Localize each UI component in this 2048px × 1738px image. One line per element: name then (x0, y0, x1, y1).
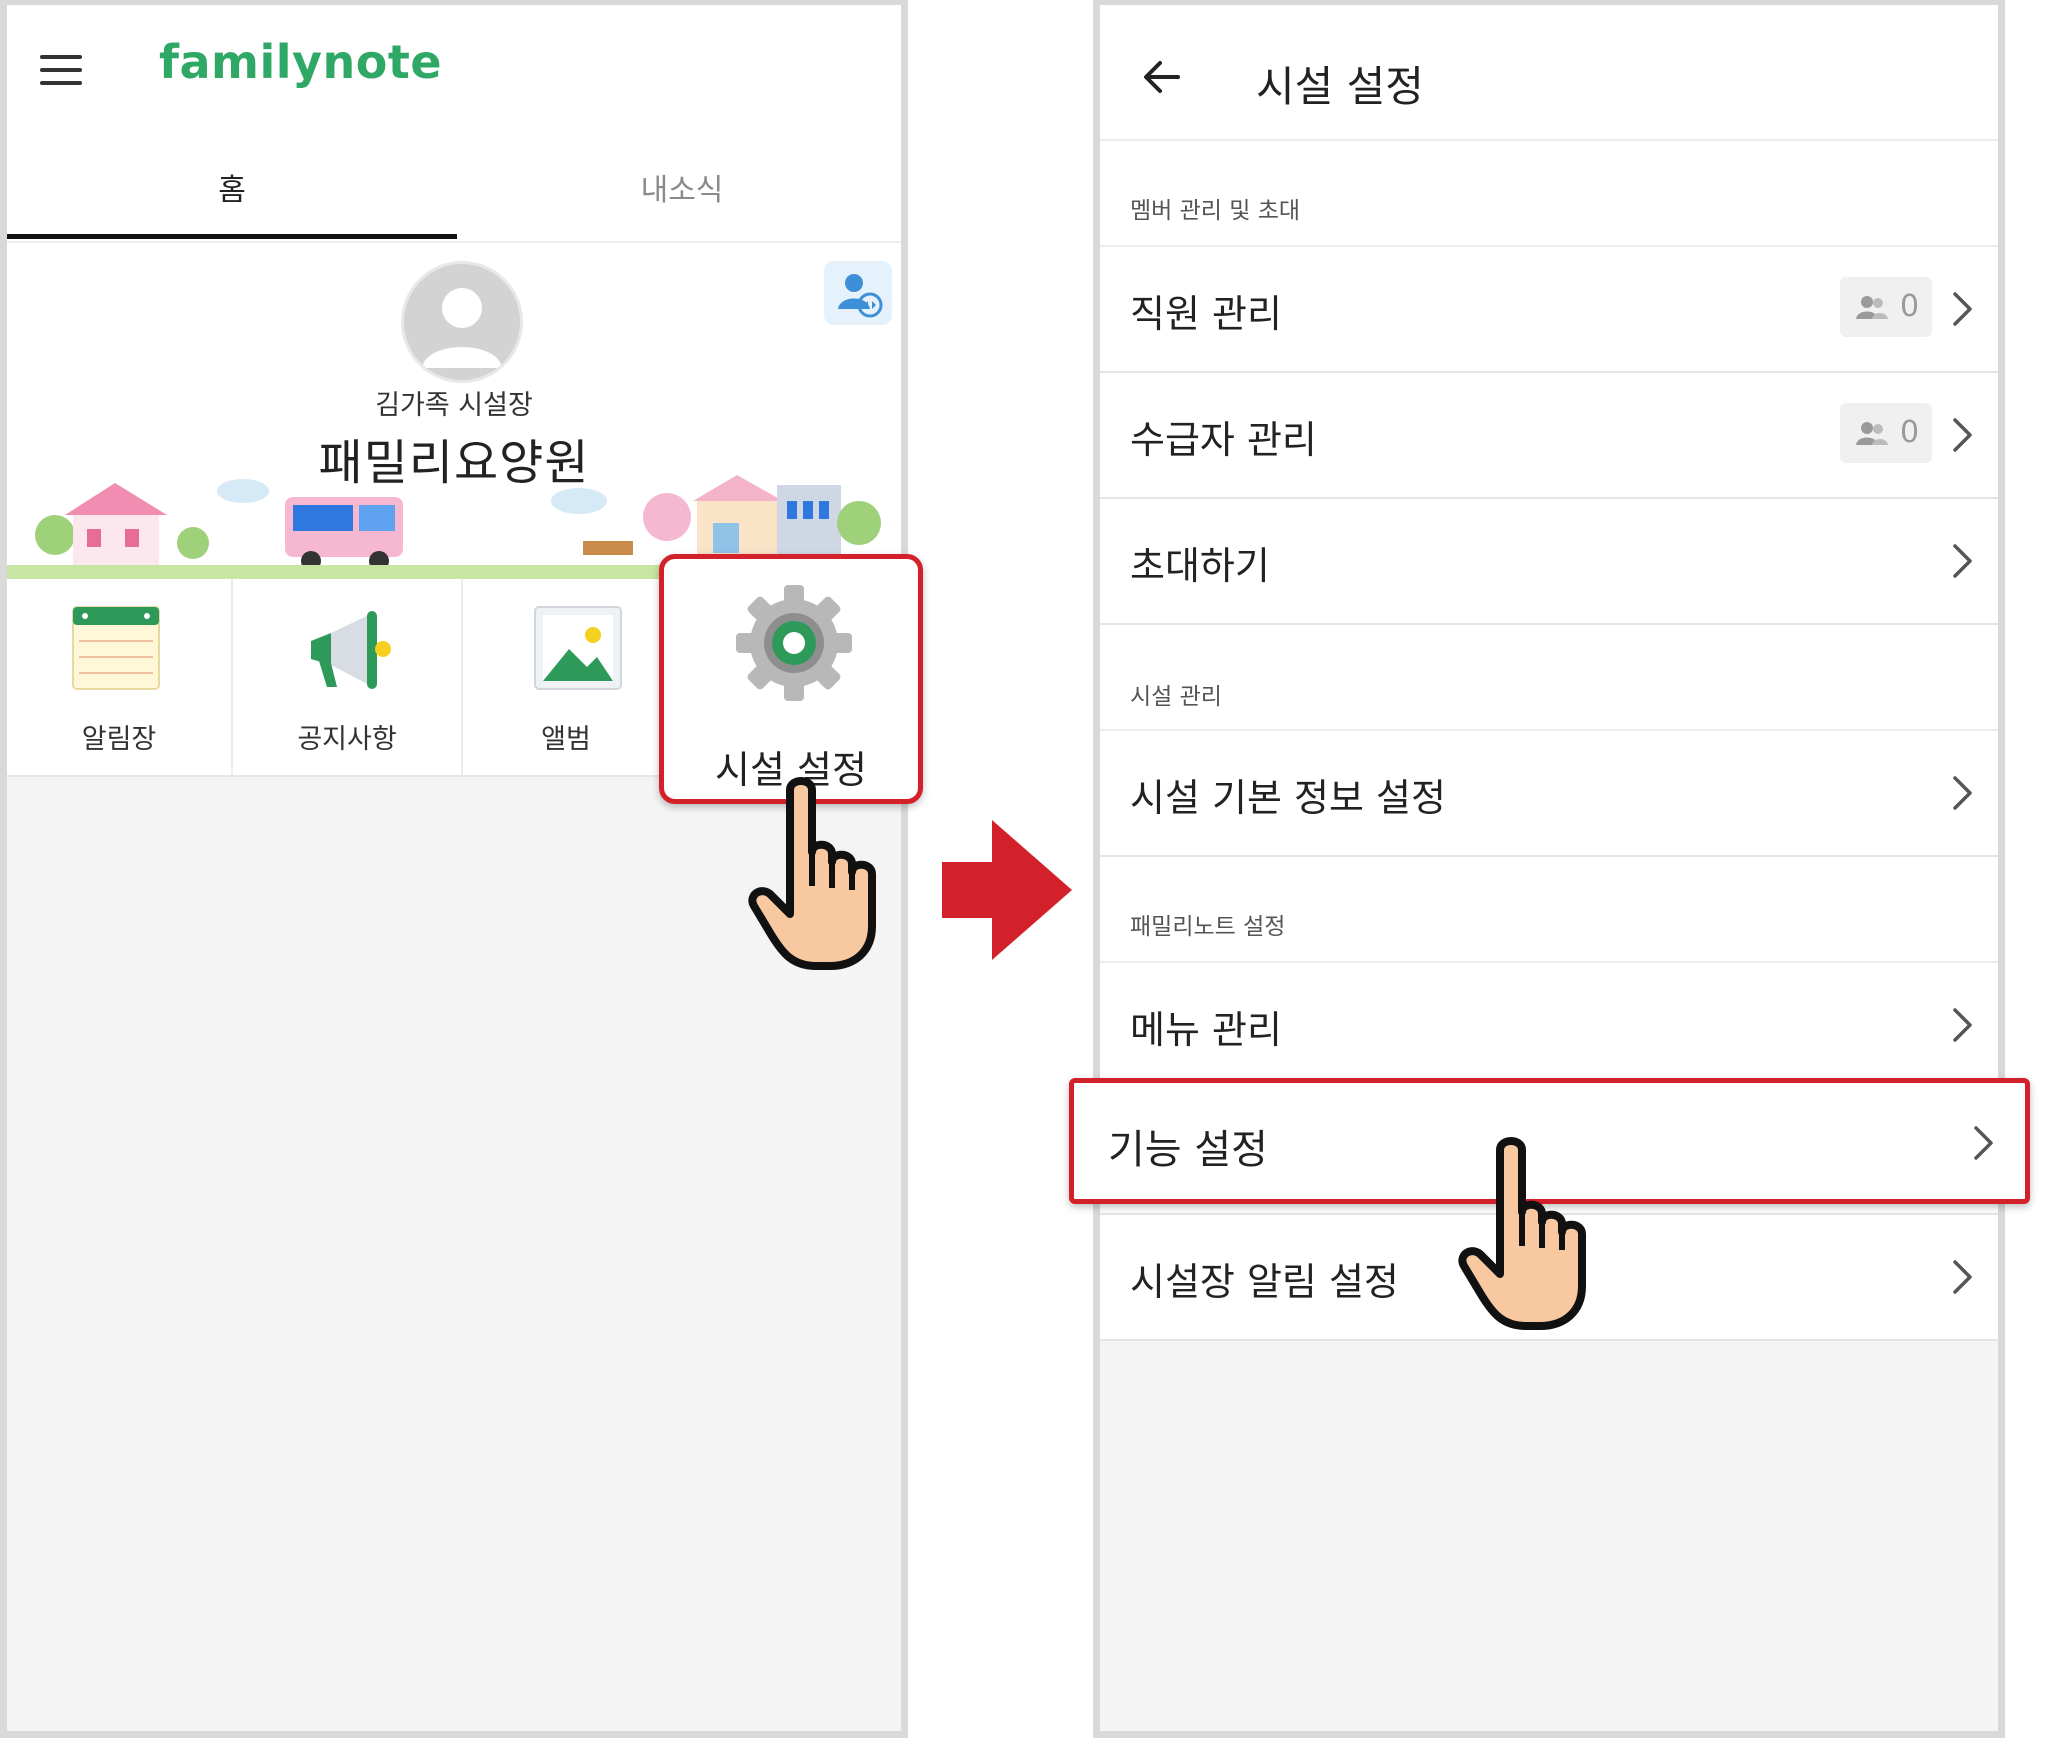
menu-label-album: 앨범 (541, 724, 591, 755)
person-icon (422, 288, 502, 368)
app-bar: 시설 설정 (1100, 5, 1998, 141)
section-header-label: 패밀리노트 설정 (1130, 914, 1286, 940)
brand-logo: familynote (159, 35, 443, 89)
tab-bar: 홈 내소식 (7, 143, 901, 243)
pointing-hand-icon (748, 777, 876, 970)
chevron-right-icon (1953, 418, 1972, 452)
member-count: 0 (1900, 415, 1920, 450)
settings-item-label: 수급자 관리 (1130, 418, 1317, 462)
next-step-arrow-icon (942, 820, 1072, 960)
switch-facility-button[interactable] (824, 261, 892, 325)
chevron-right-icon (1974, 1126, 1993, 1160)
member-count-badge: 0 (1840, 277, 1932, 337)
section-header-label: 멤버 관리 및 초대 (1130, 198, 1301, 224)
app-bar: familynote (7, 5, 901, 143)
menu-item-notice[interactable]: 공지사항 (233, 579, 463, 775)
chevron-right-icon (1953, 292, 1972, 326)
back-arrow-icon[interactable] (1138, 53, 1186, 101)
megaphone-icon (311, 611, 391, 689)
right-phone-screen: 시설 설정 멤버 관리 및 초대 직원 관리 0 수급자 관리 0 초대하기 시… (1093, 0, 2005, 1738)
active-tab-indicator (7, 234, 457, 239)
avatar (401, 261, 523, 383)
settings-item-label: 시설 기본 정보 설정 (1130, 776, 1446, 820)
chevron-right-icon (1953, 1260, 1972, 1294)
tab-my-news[interactable]: 내소식 (457, 143, 901, 239)
section-header-familynote: 패밀리노트 설정 (1100, 857, 1998, 963)
notebook-icon (72, 606, 160, 690)
facility-profile: 김가족 시설장 패밀리요양원 (7, 243, 901, 579)
gear-icon (736, 585, 852, 701)
settings-item-label: 기능 설정 (1108, 1127, 1268, 1173)
section-header-facility: 시설 관리 (1100, 625, 1998, 731)
member-count-badge: 0 (1840, 403, 1932, 463)
menu-label-notice: 공지사항 (297, 724, 397, 755)
people-icon (1856, 296, 1888, 319)
settings-item-menu-manage[interactable]: 메뉴 관리 (1100, 963, 1998, 1089)
settings-item-recipients[interactable]: 수급자 관리 0 (1100, 373, 1998, 499)
chevron-right-icon (1953, 776, 1972, 810)
settings-item-facility-info[interactable]: 시설 기본 정보 설정 (1100, 731, 1998, 857)
facility-settings-tile[interactable]: 시설 설정 (659, 554, 923, 804)
settings-item-staff[interactable]: 직원 관리 0 (1100, 247, 1998, 373)
photo-icon (534, 606, 622, 690)
section-header-label: 시설 관리 (1130, 684, 1222, 710)
settings-item-invite[interactable]: 초대하기 (1100, 499, 1998, 625)
chevron-right-icon (1953, 1008, 1972, 1042)
user-role: 김가족 시설장 (375, 390, 533, 421)
settings-item-label: 초대하기 (1130, 544, 1270, 588)
settings-item-label: 직원 관리 (1130, 292, 1282, 336)
menu-item-notebook[interactable]: 알림장 (7, 579, 233, 775)
user-switch-icon (838, 274, 883, 318)
member-count: 0 (1900, 289, 1920, 324)
section-header-members: 멤버 관리 및 초대 (1100, 141, 1998, 247)
menu-item-album[interactable]: 앨범 (463, 579, 671, 775)
settings-item-label: 시설장 알림 설정 (1130, 1260, 1399, 1304)
menu-label-notebook: 알림장 (81, 724, 157, 755)
hamburger-menu-icon[interactable] (40, 53, 84, 87)
pointing-hand-icon (1458, 1137, 1586, 1330)
people-icon (1856, 422, 1888, 445)
tab-home[interactable]: 홈 (7, 143, 457, 239)
chevron-right-icon (1953, 544, 1972, 578)
settings-item-label: 메뉴 관리 (1130, 1008, 1282, 1052)
page-title: 시설 설정 (1256, 62, 1424, 111)
